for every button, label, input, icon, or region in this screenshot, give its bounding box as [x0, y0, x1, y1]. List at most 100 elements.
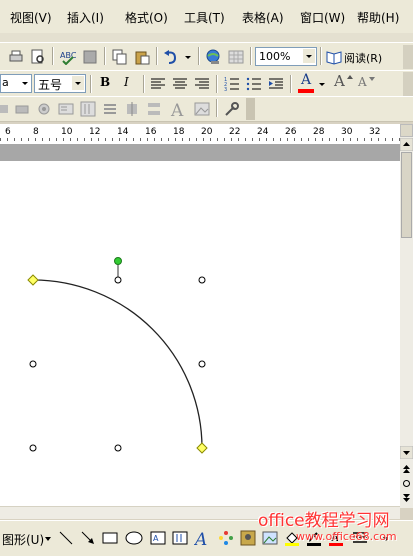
order-icon[interactable] [124, 101, 140, 117]
scroll-down-icon[interactable] [400, 446, 413, 459]
separator [156, 47, 158, 65]
menu-window[interactable]: 窗口(W) [300, 9, 345, 26]
hyperlink-icon[interactable] [205, 49, 221, 65]
research-icon[interactable] [82, 49, 98, 65]
shrink-font-button[interactable]: A [358, 75, 367, 89]
sizing-handle-top-right[interactable] [198, 276, 206, 284]
adjust-handle-start[interactable] [27, 274, 39, 286]
diagram-tool-icon[interactable] [218, 530, 234, 546]
ruler-tick [371, 138, 372, 141]
bullets-icon[interactable] [246, 76, 262, 92]
line-tool-icon[interactable] [58, 530, 74, 546]
ruler-tick [126, 138, 127, 141]
wordart-tool-icon[interactable]: A [194, 528, 212, 548]
read-mode-button[interactable]: 阅读(R) [344, 50, 382, 66]
horizontal-ruler[interactable]: 6 8 10 12 14 16 18 20 22 24 26 28 30 32 [0, 124, 400, 145]
ruler-tick [21, 138, 22, 141]
undo-icon[interactable] [163, 49, 179, 65]
chevron-down-icon[interactable] [44, 535, 52, 543]
ruler-tick [70, 138, 71, 141]
group-icon[interactable] [146, 101, 162, 117]
grow-font-button[interactable]: A [334, 72, 345, 90]
ruler-number: 22 [229, 127, 241, 137]
bold-button[interactable]: B [100, 75, 110, 89]
ruler-tick [245, 138, 246, 141]
align-left-icon[interactable] [150, 76, 166, 92]
oval-tool-icon[interactable] [124, 530, 144, 546]
italic-button[interactable]: I [124, 75, 129, 89]
table-grid-icon[interactable] [228, 49, 244, 65]
textbox-icon[interactable] [58, 101, 74, 117]
ruler-tick [336, 138, 337, 141]
font-color-button[interactable]: A [298, 72, 314, 93]
next-page-icon[interactable] [400, 492, 413, 505]
textbox-tool-icon[interactable]: A [150, 530, 166, 546]
wordart-icon[interactable]: A [170, 99, 188, 119]
oval-icon[interactable] [36, 101, 52, 117]
menu-view[interactable]: 视图(V) [10, 9, 52, 26]
menu-help[interactable]: 帮助(H) [357, 9, 399, 26]
previous-page-icon[interactable] [400, 462, 413, 475]
ruler-tick [147, 138, 148, 141]
ruler-tick [280, 138, 281, 141]
ruler-number: 10 [61, 127, 73, 137]
chevron-down-icon[interactable] [303, 49, 315, 63]
align-center-icon[interactable] [172, 76, 188, 92]
clipart-tool-icon[interactable] [240, 530, 256, 546]
insert-picture-icon[interactable] [194, 101, 210, 117]
menu-tools[interactable]: 工具(T) [184, 9, 225, 26]
zoom-select[interactable]: 100% [255, 47, 317, 66]
rectangle-tool-icon[interactable] [102, 530, 118, 546]
adjust-handle-end[interactable] [196, 442, 208, 454]
vertical-textbox-icon[interactable] [80, 101, 96, 117]
font-color-dropdown-icon[interactable] [318, 77, 326, 91]
sizing-handle-bottom[interactable] [114, 444, 122, 452]
menu-insert[interactable]: 插入(I) [67, 9, 104, 26]
rotation-handle[interactable] [114, 257, 122, 265]
print-preview-icon[interactable] [30, 49, 46, 65]
sizing-handle-bottom-left[interactable] [29, 444, 37, 452]
indent-icon[interactable] [268, 76, 284, 92]
scroll-up-icon[interactable] [400, 138, 413, 151]
arrow-tool-icon[interactable] [80, 530, 96, 546]
vertical-scrollbar[interactable] [400, 124, 413, 508]
chevron-down-icon[interactable] [72, 76, 84, 90]
sizing-handle-top[interactable] [114, 276, 122, 284]
menu-format[interactable]: 格式(O) [125, 9, 168, 26]
paste-icon[interactable] [134, 49, 150, 65]
numbering-icon[interactable]: 123 [224, 76, 240, 92]
read-mode-icon[interactable] [326, 49, 342, 65]
spelling-icon[interactable]: ABC [60, 49, 76, 65]
menu-bar: 视图(V) 插入(I) 格式(O) 工具(T) 表格(A) 窗口(W) 帮助(H… [0, 0, 413, 33]
draw-menu-button[interactable]: 图形(U) [2, 531, 44, 548]
sizing-handle-right[interactable] [198, 360, 206, 368]
toolbar-options-icon[interactable] [403, 45, 413, 69]
scroll-thumb[interactable] [401, 152, 412, 238]
ruler-tick [42, 138, 43, 141]
sizing-handle-left[interactable] [29, 360, 37, 368]
ruler-tick [322, 138, 323, 141]
picture-toolbar: A [0, 96, 413, 122]
menu-table[interactable]: 表格(A) [242, 9, 284, 26]
align-distribute-icon[interactable] [102, 101, 118, 117]
zoom-value: 100% [259, 50, 291, 63]
align-right-icon[interactable] [194, 76, 210, 92]
split-handle[interactable] [400, 124, 413, 137]
tools-icon[interactable] [224, 101, 240, 117]
toolbar-options-icon[interactable] [403, 72, 413, 96]
document-canvas [0, 161, 400, 506]
vertical-textbox-tool-icon[interactable] [172, 530, 188, 546]
picture-tool-icon[interactable] [262, 530, 278, 546]
select-browse-object-icon[interactable] [400, 477, 413, 490]
copy-icon[interactable] [112, 49, 128, 65]
chevron-down-icon[interactable] [20, 76, 30, 90]
font-size-select[interactable]: 五号 [34, 74, 86, 93]
print-icon[interactable] [8, 49, 24, 65]
arc-shape[interactable] [32, 279, 203, 449]
rectangle-icon[interactable] [14, 101, 30, 117]
style-select[interactable]: a [0, 74, 32, 93]
toolbar-options-icon[interactable] [246, 98, 255, 120]
font-color-label: A [301, 72, 312, 88]
undo-dropdown-icon[interactable] [184, 49, 192, 65]
ruler-number: 28 [313, 127, 325, 137]
